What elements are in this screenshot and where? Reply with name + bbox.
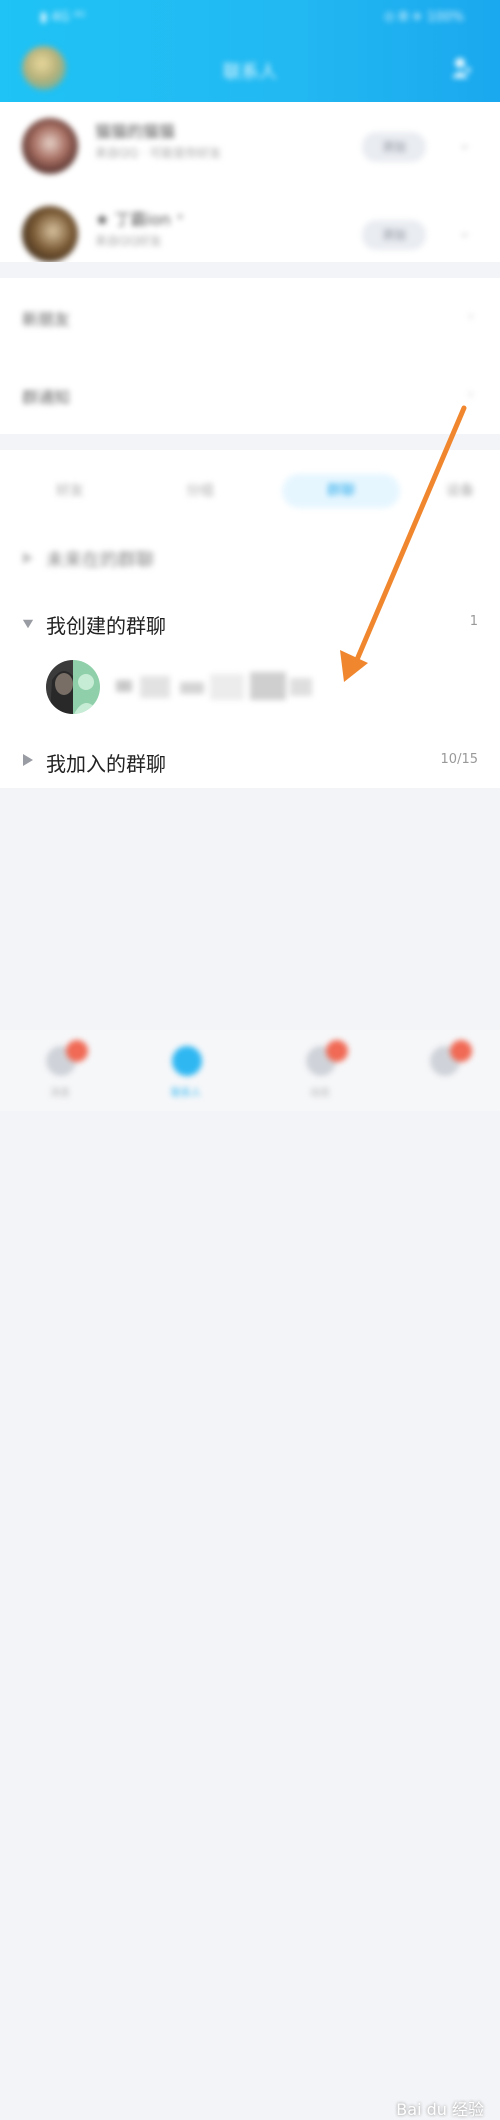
- group-notice-row[interactable]: 群通知 ›: [0, 356, 500, 434]
- accept-button[interactable]: 添加: [362, 220, 426, 250]
- tab-groups-category[interactable]: 分组: [160, 474, 240, 508]
- page-title: 联系人: [223, 62, 277, 83]
- new-friends-row[interactable]: 新朋友 ›: [0, 278, 500, 356]
- nav-label: 消息: [50, 1088, 70, 1099]
- avatar: [22, 118, 78, 174]
- tab-friends[interactable]: 好友: [30, 474, 110, 508]
- joined-groups-header[interactable]: 我加入的群聊 10/15: [0, 738, 500, 784]
- accept-button[interactable]: 添加: [362, 132, 426, 162]
- unread-badge: [326, 1040, 348, 1062]
- group-list-item[interactable]: [0, 646, 500, 726]
- row-label: 群通知: [22, 388, 71, 407]
- group-name-mosaic: [116, 672, 312, 700]
- add-contact-icon[interactable]: [450, 56, 472, 80]
- status-right: ⊙ 𝄜 ✈ 100%: [383, 10, 464, 25]
- request-name: 猫猫的猫猫: [95, 122, 176, 141]
- friend-request-list: 猫猫的猫猫 来自QQ · 可能是你好友 添加 ⌄ ★ 丁霸ion ⁺ 来自QQ好…: [0, 102, 500, 262]
- nav-label: 联系人: [171, 1088, 201, 1099]
- chevron-down-icon[interactable]: ⌄: [458, 222, 474, 242]
- avatar: [22, 206, 78, 262]
- section-divider: [0, 262, 500, 278]
- managed-groups-header[interactable]: 未来在的群聊: [0, 536, 500, 582]
- unread-badge: [450, 1040, 472, 1062]
- section-divider: [0, 434, 500, 450]
- request-name: ★ 丁霸ion ⁺: [95, 210, 185, 229]
- watermark-text: Bai du 经验: [396, 2100, 484, 2119]
- top-header: ▮ 4G ⁴ᴳ ⊙ 𝄜 ✈ 100% 联系人: [0, 0, 500, 102]
- friend-request-row[interactable]: 猫猫的猫猫 来自QQ · 可能是你好友 添加 ⌄: [0, 102, 500, 190]
- chevron-right-icon: ›: [467, 384, 474, 403]
- bottom-nav: 消息 联系人 动态 Bai du 经验: [0, 1030, 500, 2119]
- triangle-right-icon: [23, 754, 33, 766]
- row-label: 新朋友: [22, 310, 71, 329]
- group-count: 1: [469, 614, 478, 629]
- nav-messages[interactable]: 消息: [30, 1040, 90, 1100]
- group-category-label: 我加入的群聊: [46, 752, 166, 776]
- request-subtitle: 来自QQ好友: [95, 234, 162, 248]
- nav-feed[interactable]: 动态: [290, 1040, 350, 1100]
- tab-group-chats[interactable]: 群聊: [282, 474, 400, 508]
- created-groups-header[interactable]: 我创建的群聊 1: [0, 600, 500, 646]
- group-category-label: 未来在的群聊: [46, 550, 154, 571]
- triangle-right-icon: [23, 552, 33, 564]
- unread-badge: [66, 1040, 88, 1062]
- nav-contacts[interactable]: 联系人: [156, 1040, 216, 1100]
- chevron-down-icon[interactable]: ⌄: [458, 134, 474, 154]
- triangle-down-icon: [22, 619, 34, 629]
- contacts-icon: [172, 1046, 202, 1076]
- group-chat-section: 未来在的群聊 我创建的群聊 1 我加入的群聊 10/15: [0, 530, 500, 788]
- chevron-right-icon: ›: [467, 306, 474, 325]
- group-count: 10/15: [440, 752, 478, 767]
- group-avatar: [46, 660, 100, 714]
- status-left: ▮ 4G ⁴ᴳ: [40, 10, 86, 25]
- nav-label: 动态: [310, 1088, 330, 1099]
- contact-tabs: 好友 分组 群聊 设备: [0, 450, 500, 530]
- request-subtitle: 来自QQ · 可能是你好友: [95, 146, 222, 160]
- nav-more[interactable]: [414, 1040, 474, 1100]
- status-bar: ▮ 4G ⁴ᴳ ⊙ 𝄜 ✈ 100%: [0, 0, 500, 36]
- group-category-label: 我创建的群聊: [46, 614, 166, 638]
- tab-devices[interactable]: 设备: [430, 474, 490, 508]
